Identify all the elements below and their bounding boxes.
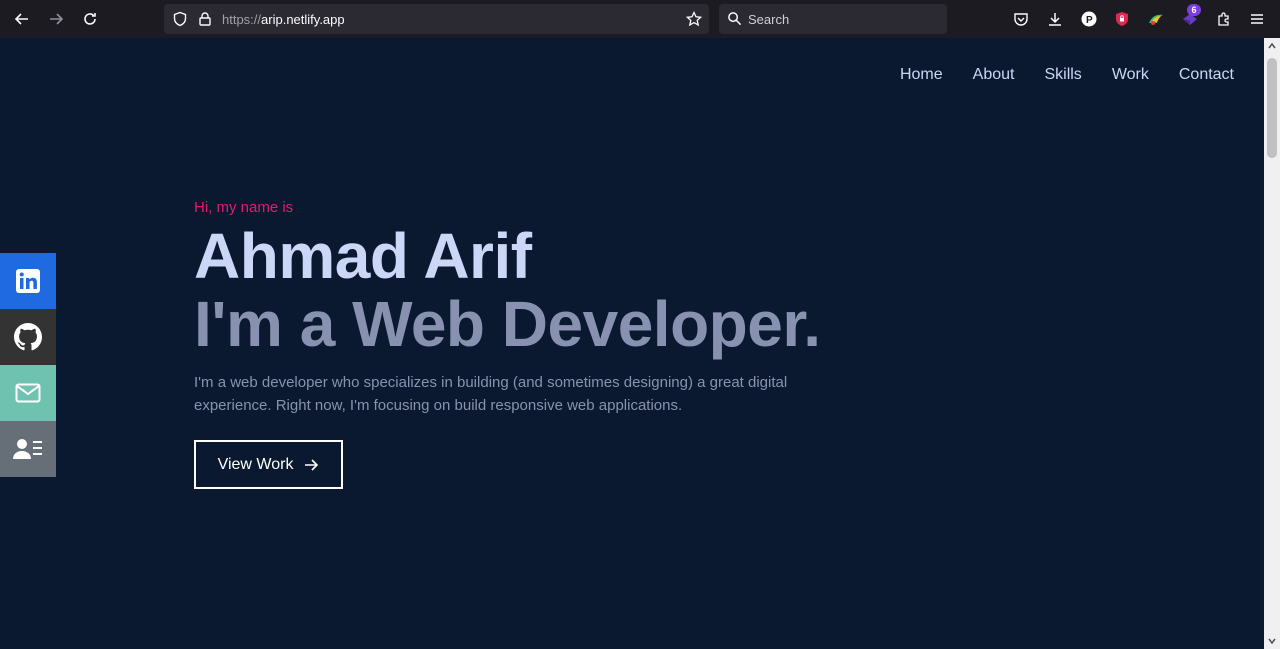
arrow-right-icon <box>50 13 64 25</box>
bookmark-star-icon[interactable] <box>686 11 702 27</box>
extension-color-button[interactable] <box>1146 9 1166 29</box>
nav-work[interactable]: Work <box>1112 66 1149 84</box>
extension-p-button[interactable]: P <box>1079 9 1099 29</box>
url-host: arip.netlify.app <box>261 12 345 27</box>
search-bar[interactable]: Search <box>719 4 947 34</box>
hero-name: Ahmad Arif <box>194 220 532 292</box>
reload-icon <box>84 13 96 25</box>
social-sidebar <box>0 253 56 477</box>
resume-link[interactable] <box>0 421 56 477</box>
svg-text:P: P <box>1086 15 1093 26</box>
hero-section: Hi, my name is Ahmad Arif I'm a Web Deve… <box>194 199 914 489</box>
scroll-thumb[interactable] <box>1267 58 1277 158</box>
nav-about[interactable]: About <box>973 66 1015 84</box>
red-shield-icon <box>1116 12 1128 26</box>
pocket-icon <box>1014 13 1028 26</box>
p-circle-icon: P <box>1081 11 1097 27</box>
contact-card-icon <box>13 439 42 459</box>
scroll-up-icon[interactable] <box>1268 42 1276 50</box>
extension-badge: 6 <box>1187 4 1201 16</box>
hamburger-menu-icon <box>1251 14 1263 24</box>
shield-icon[interactable] <box>172 11 188 27</box>
url-scheme: https:// <box>222 12 262 27</box>
nav-skills[interactable]: Skills <box>1044 66 1081 84</box>
mail-icon <box>15 383 41 403</box>
arrow-left-icon <box>14 13 28 25</box>
extension-shield-button[interactable] <box>1112 9 1132 29</box>
search-icon <box>728 12 742 26</box>
top-navigation: Home About Skills Work Contact <box>900 66 1234 84</box>
colorful-extension-icon <box>1149 14 1163 25</box>
github-link[interactable] <box>0 309 56 365</box>
menu-button[interactable] <box>1247 9 1267 29</box>
search-placeholder: Search <box>748 12 790 27</box>
downloads-button[interactable] <box>1045 9 1065 29</box>
reload-button[interactable] <box>78 7 102 31</box>
linkedin-link[interactable] <box>0 253 56 309</box>
puzzle-icon <box>1218 12 1229 26</box>
page-scrollbar[interactable] <box>1264 38 1280 649</box>
hero-role: I'm a Web Developer. <box>194 288 821 360</box>
hero-greeting: Hi, my name is <box>194 199 294 216</box>
back-button[interactable] <box>10 7 34 31</box>
email-link[interactable] <box>0 365 56 421</box>
page-content: Home About Skills Work Contact Hi, my na… <box>0 38 1264 649</box>
download-icon <box>1049 13 1061 26</box>
view-work-label: View Work <box>217 455 294 473</box>
hero-description: I'm a web developer who specializes in b… <box>194 374 788 414</box>
nav-contact[interactable]: Contact <box>1179 66 1234 84</box>
view-work-button[interactable]: View Work <box>194 440 343 489</box>
lock-icon[interactable] <box>197 11 213 27</box>
github-icon <box>14 323 42 351</box>
address-bar[interactable]: https://arip.netlify.app <box>164 4 709 34</box>
browser-toolbar: https://arip.netlify.app Search P 6 <box>0 0 1280 38</box>
linkedin-icon <box>16 269 40 293</box>
nav-home[interactable]: Home <box>900 66 943 84</box>
forward-button[interactable] <box>44 7 68 31</box>
pocket-button[interactable] <box>1011 9 1031 29</box>
url-text[interactable]: https://arip.netlify.app <box>222 12 345 27</box>
extensions-button[interactable] <box>1214 9 1234 29</box>
scroll-down-icon[interactable] <box>1268 637 1276 645</box>
arrow-right-icon <box>305 458 319 471</box>
